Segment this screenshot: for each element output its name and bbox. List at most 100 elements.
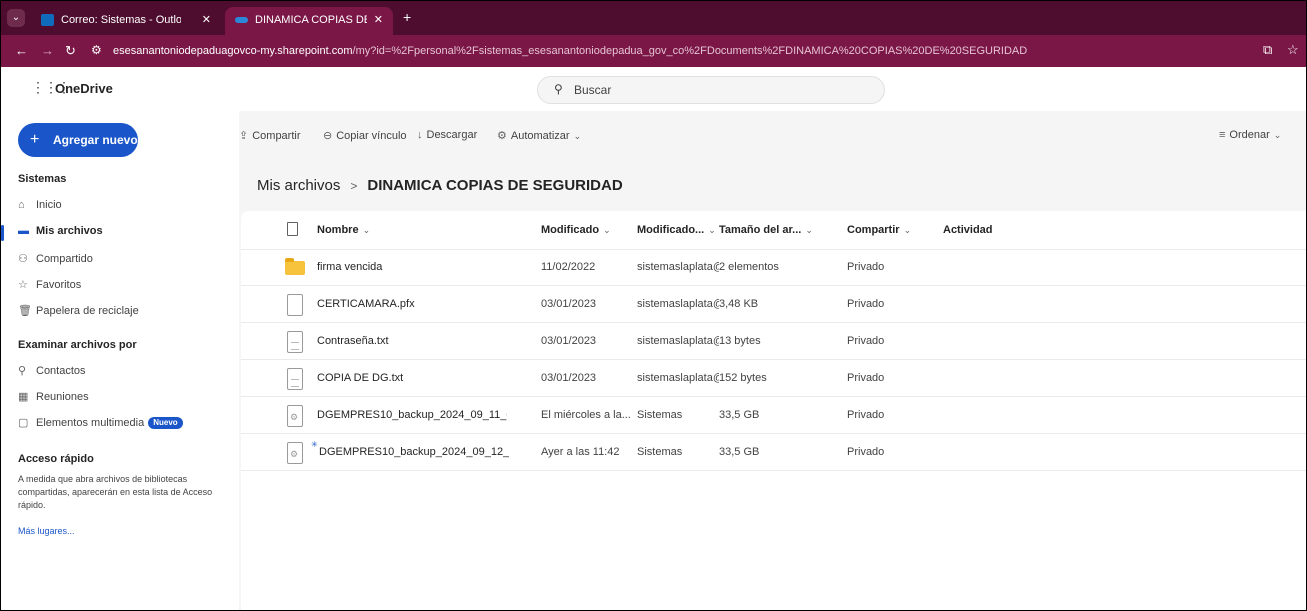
column-activity[interactable]: Actividad xyxy=(943,211,1023,249)
close-icon[interactable]: ✕ xyxy=(374,7,383,33)
add-new-button[interactable]: + Agregar nuevo xyxy=(18,123,138,157)
sidebar-item-mis-archivos[interactable]: ▬ Mis archivos xyxy=(18,221,103,241)
column-size[interactable]: Tamaño del ar... ⌄ xyxy=(719,211,819,249)
file-name[interactable]: Contraseña.txt xyxy=(317,323,507,359)
trash-icon: 🗑 xyxy=(18,305,32,317)
link-icon: ⊖ xyxy=(323,130,333,142)
column-modified-by[interactable]: Modificado... ⌄ xyxy=(637,211,719,249)
forward-icon[interactable]: → xyxy=(41,43,54,58)
file-modified-by: Sistemas xyxy=(637,446,683,458)
sort-button[interactable]: ≡ Ordenar ⌄ xyxy=(1219,129,1281,141)
sidebar: + Agregar nuevo Sistemas ⌂ Inicio ▬ Mis ar… xyxy=(1,111,239,610)
column-modified[interactable]: Modificado ⌄ xyxy=(541,211,633,249)
file-modified: 03/01/2023 xyxy=(541,298,597,310)
automate-icon: ⚙ xyxy=(497,130,507,142)
column-label: Tamaño del ar... xyxy=(719,224,802,236)
account-heading: Sistemas xyxy=(18,173,67,185)
install-app-icon[interactable]: ⧉ xyxy=(1263,42,1272,58)
sidebar-item-papelera[interactable]: 🗑 Papelera de reciclaje xyxy=(18,301,139,321)
copy-link-button[interactable]: ⊖ Copiar vínculo xyxy=(323,129,407,142)
table-row[interactable]: Contraseña.txt 03/01/2023 sistemaslaplat… xyxy=(241,323,1306,360)
file-name[interactable]: DGEMPRES10_backup_2024_09_11_00000... xyxy=(317,397,507,433)
automate-button[interactable]: ⚙ Automatizar ⌄ xyxy=(497,129,581,142)
file-modified: Ayer a las 11:42 xyxy=(541,446,620,458)
file-sharing: Privado xyxy=(847,372,885,384)
table-row[interactable]: ⚙ DGEMPRES10_backup_2024_09_11_00000... … xyxy=(241,397,1306,434)
column-label: Modificado... xyxy=(637,224,705,236)
file-name[interactable]: COPIA DE DG.txt xyxy=(317,360,507,396)
sidebar-item-reuniones[interactable]: ▦ Reuniones xyxy=(18,387,89,407)
site-info-icon[interactable]: ⚙ xyxy=(91,43,102,57)
folder-icon: ▬ xyxy=(18,225,29,237)
url-field[interactable]: esesanantoniodepaduagovco-my.sharepoint.… xyxy=(113,45,1027,57)
chevron-down-icon: ⌄ xyxy=(708,225,716,235)
tab-onedrive[interactable]: DINAMICA COPIAS DE SEGURID ✕ xyxy=(225,7,393,35)
browse-heading: Examinar archivos por xyxy=(18,339,137,351)
browser-addressbar: ← → ↻ ⚙ esesanantoniodepaduagovco-my.sha… xyxy=(1,35,1306,67)
more-places-link[interactable]: Más lugares... xyxy=(18,526,75,536)
breadcrumb-root[interactable]: Mis archivos xyxy=(257,177,340,194)
sidebar-item-label: Inicio xyxy=(36,199,62,211)
file-name[interactable]: DGEMPRES10_backup_2024_09_12_00000... xyxy=(319,434,509,470)
automate-label: Automatizar xyxy=(510,130,570,142)
chevron-down-icon: ⌄ xyxy=(1273,130,1282,140)
outlook-icon xyxy=(41,14,54,26)
copy-link-label: Copiar vínculo xyxy=(336,130,407,142)
folder-icon xyxy=(285,258,305,275)
sidebar-item-compartido[interactable]: ⚇ Compartido xyxy=(18,249,93,269)
file-list-header: Nombre ⌄ Modificado ⌄ Modificado... ⌄ Tamañ… xyxy=(241,211,1306,250)
search-placeholder: Buscar xyxy=(574,83,612,97)
table-row[interactable]: ⚙ ✳ DGEMPRES10_backup_2024_09_12_00000..… xyxy=(241,434,1306,471)
new-badge: Nuevo xyxy=(148,417,183,429)
column-sharing[interactable]: Compartir ⌄ xyxy=(847,211,927,249)
search-input[interactable]: ⚲ Buscar xyxy=(537,76,885,104)
person-icon: ⚲ xyxy=(18,365,27,377)
tab-outlook[interactable]: Correo: Sistemas - Outlook ✕ xyxy=(31,7,221,35)
chevron-down-icon: ⌄ xyxy=(603,225,611,235)
file-modified-by: sistemaslaplata@hc xyxy=(637,261,719,273)
chevron-right-icon: > xyxy=(350,179,358,193)
back-icon[interactable]: ← xyxy=(15,43,28,58)
download-label: Descargar xyxy=(426,129,478,141)
new-file-sparkle-icon: ✳ xyxy=(311,440,318,449)
sidebar-item-multimedia[interactable]: ▢ Elementos multimedia Nuevo xyxy=(18,413,183,433)
backup-file-icon: ⚙ xyxy=(287,405,303,427)
file-modified: 11/02/2022 xyxy=(541,261,596,273)
people-icon: ⚇ xyxy=(18,253,28,265)
file-name[interactable]: CERTICAMARA.pfx xyxy=(317,286,507,322)
share-button[interactable]: ⇪ Compartir xyxy=(239,129,301,142)
table-row[interactable]: CERTICAMARA.pfx 03/01/2023 sistemaslapla… xyxy=(241,286,1306,323)
sidebar-item-inicio[interactable]: ⌂ Inicio xyxy=(18,195,62,215)
sidebar-item-label: Contactos xyxy=(36,365,86,377)
table-row[interactable]: COPIA DE DG.txt 03/01/2023 sistemaslapla… xyxy=(241,360,1306,397)
file-type-icon[interactable] xyxy=(287,222,298,236)
sort-icon: ≡ xyxy=(1219,129,1226,141)
bookmark-star-icon[interactable]: ☆ xyxy=(1287,42,1299,58)
close-icon[interactable]: ✕ xyxy=(202,7,211,33)
new-tab-icon[interactable]: + xyxy=(403,9,411,25)
tab-title: DINAMICA COPIAS DE SEGURID xyxy=(255,14,367,26)
sidebar-item-favoritos[interactable]: ☆ Favoritos xyxy=(18,275,81,295)
tab-search-button[interactable]: ⌄ xyxy=(7,9,25,27)
file-sharing: Privado xyxy=(847,298,885,310)
sidebar-item-contactos[interactable]: ⚲ Contactos xyxy=(18,361,86,381)
onedrive-icon xyxy=(235,17,248,23)
column-label: Nombre xyxy=(317,224,359,236)
file-size: 33,5 GB xyxy=(719,409,760,421)
download-button[interactable]: ↓ Descargar xyxy=(417,129,477,141)
reload-icon[interactable]: ↻ xyxy=(65,43,76,59)
backup-file-icon: ⚙ xyxy=(287,442,303,464)
file-sharing: Privado xyxy=(847,409,885,421)
sidebar-item-label: Reuniones xyxy=(36,391,89,403)
table-row[interactable]: firma vencida 11/02/2022 sistemaslaplata… xyxy=(241,249,1306,286)
app-title[interactable]: OneDrive xyxy=(55,81,113,96)
column-name[interactable]: Nombre ⌄ xyxy=(317,211,507,249)
column-label: Modificado xyxy=(541,224,600,236)
selection-indicator xyxy=(1,225,4,241)
chevron-down-icon: ⌄ xyxy=(805,225,813,235)
breadcrumb: Mis archivos > DINAMICA COPIAS DE SEGURIDA… xyxy=(257,177,623,194)
file-name[interactable]: firma vencida xyxy=(317,249,507,285)
file-sharing: Privado xyxy=(847,446,885,458)
calendar-icon: ▦ xyxy=(18,391,29,403)
file-modified-by: sistemaslaplata@hc xyxy=(637,335,719,347)
